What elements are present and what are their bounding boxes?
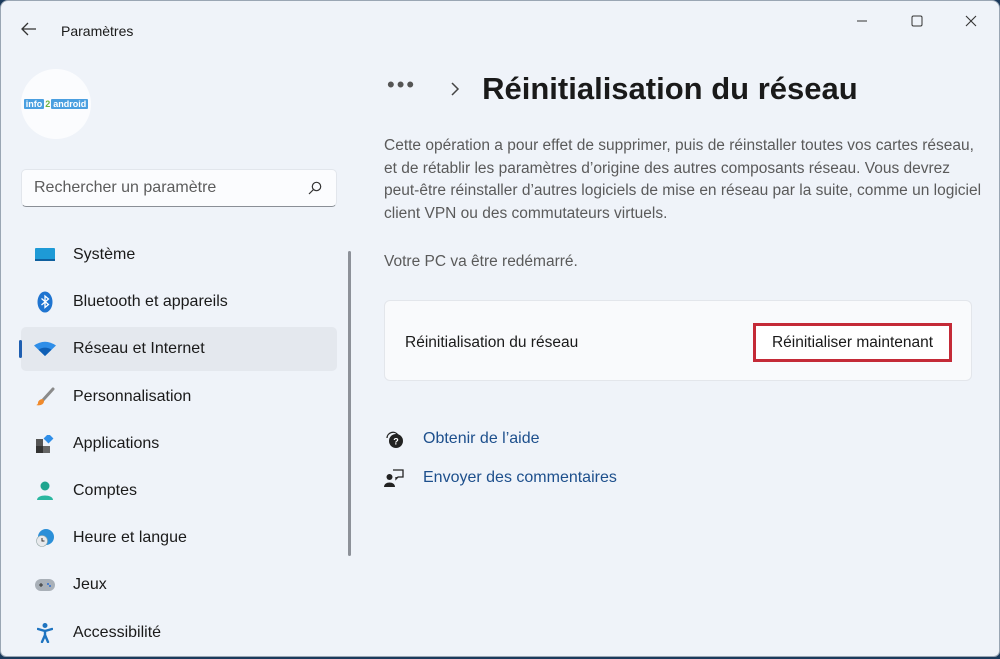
search-input[interactable] [34, 179, 306, 197]
chevron-right-icon [450, 82, 464, 96]
gamepad-icon [33, 573, 57, 597]
brush-icon [33, 385, 57, 409]
sidebar-item-label: Comptes [73, 481, 138, 499]
get-help-link[interactable]: ? Obtenir de l’aide [383, 419, 617, 458]
sidebar-item-label: Système [73, 246, 136, 263]
logo-text-info: info [23, 99, 45, 109]
monitor-icon [33, 243, 57, 267]
minimize-button[interactable] [839, 7, 885, 35]
sidebar-item-accessibilite[interactable]: Accessibilité [21, 611, 337, 655]
page-title: Réinitialisation du réseau [482, 71, 858, 106]
sidebar-item-label: Réseau et Internet [73, 340, 205, 358]
search-box[interactable] [21, 169, 337, 207]
description-text: Cette opération a pour effet de supprime… [384, 137, 982, 222]
svg-text:?: ? [393, 436, 399, 446]
sidebar-item-systeme[interactable]: Système [21, 233, 337, 277]
sidebar-item-label: Applications [73, 434, 160, 452]
sidebar-nav: Système Bluetooth et appareils Réseau et… [19, 233, 337, 656]
restart-notice: Votre PC va être redémarré. [384, 253, 578, 270]
person-icon [33, 479, 57, 503]
arrow-left-icon [21, 22, 36, 36]
sidebar-item-reseau[interactable]: Réseau et Internet [19, 327, 337, 372]
maximize-icon [911, 15, 923, 27]
sidebar-item-bluetooth[interactable]: Bluetooth et appareils [21, 280, 337, 324]
search-icon[interactable] [306, 179, 324, 197]
minimize-icon [857, 20, 867, 22]
maximize-button[interactable] [894, 7, 940, 35]
network-reset-card: Réinitialisation du réseau Réinitialiser… [384, 300, 972, 381]
link-label: Envoyer des commentaires [423, 468, 617, 486]
sidebar-item-heure[interactable]: Heure et langue [21, 516, 337, 560]
sidebar-item-label: Jeux [73, 576, 107, 594]
sidebar-item-comptes[interactable]: Comptes [21, 469, 337, 513]
settings-window: Paramètres info 2 android Système [0, 0, 1000, 657]
breadcrumb-more-button[interactable]: ••• [387, 74, 416, 96]
profile-logo: info 2 android [23, 99, 89, 109]
close-icon [965, 15, 977, 27]
sidebar-item-label: Accessibilité [73, 623, 162, 641]
logo-text-2: 2 [45, 99, 51, 109]
bluetooth-icon [33, 290, 57, 314]
wifi-icon [33, 337, 57, 361]
sidebar-item-jeux[interactable]: Jeux [21, 563, 337, 607]
reset-now-button[interactable]: Réinitialiser maintenant [753, 323, 952, 362]
apps-icon [33, 432, 57, 456]
avatar[interactable]: info 2 android [21, 69, 91, 139]
sidebar-item-personnalisation[interactable]: Personnalisation [21, 375, 337, 419]
help-links: ? Obtenir de l’aide Envoyer des commenta… [383, 419, 617, 497]
sidebar-scrollbar[interactable] [348, 251, 351, 556]
sidebar-item-label: Personnalisation [73, 387, 192, 405]
logo-text-android: android [51, 99, 89, 109]
title-bar: Paramètres [1, 1, 999, 49]
sidebar-item-label: Bluetooth et appareils [73, 293, 228, 311]
sidebar-item-label: Heure et langue [73, 529, 187, 547]
send-feedback-link[interactable]: Envoyer des commentaires [383, 458, 617, 497]
card-label: Réinitialisation du réseau [405, 334, 579, 351]
close-button[interactable] [948, 7, 994, 35]
help-icon: ? [383, 428, 405, 450]
accessibility-icon [33, 621, 57, 645]
feedback-icon [383, 467, 405, 489]
breadcrumb: ••• Réinitialisation du réseau [387, 71, 858, 107]
globe-clock-icon [33, 526, 57, 550]
sidebar-item-applications[interactable]: Applications [21, 422, 337, 466]
app-title: Paramètres [61, 23, 134, 39]
back-button[interactable] [15, 15, 43, 43]
link-label: Obtenir de l’aide [423, 429, 540, 447]
